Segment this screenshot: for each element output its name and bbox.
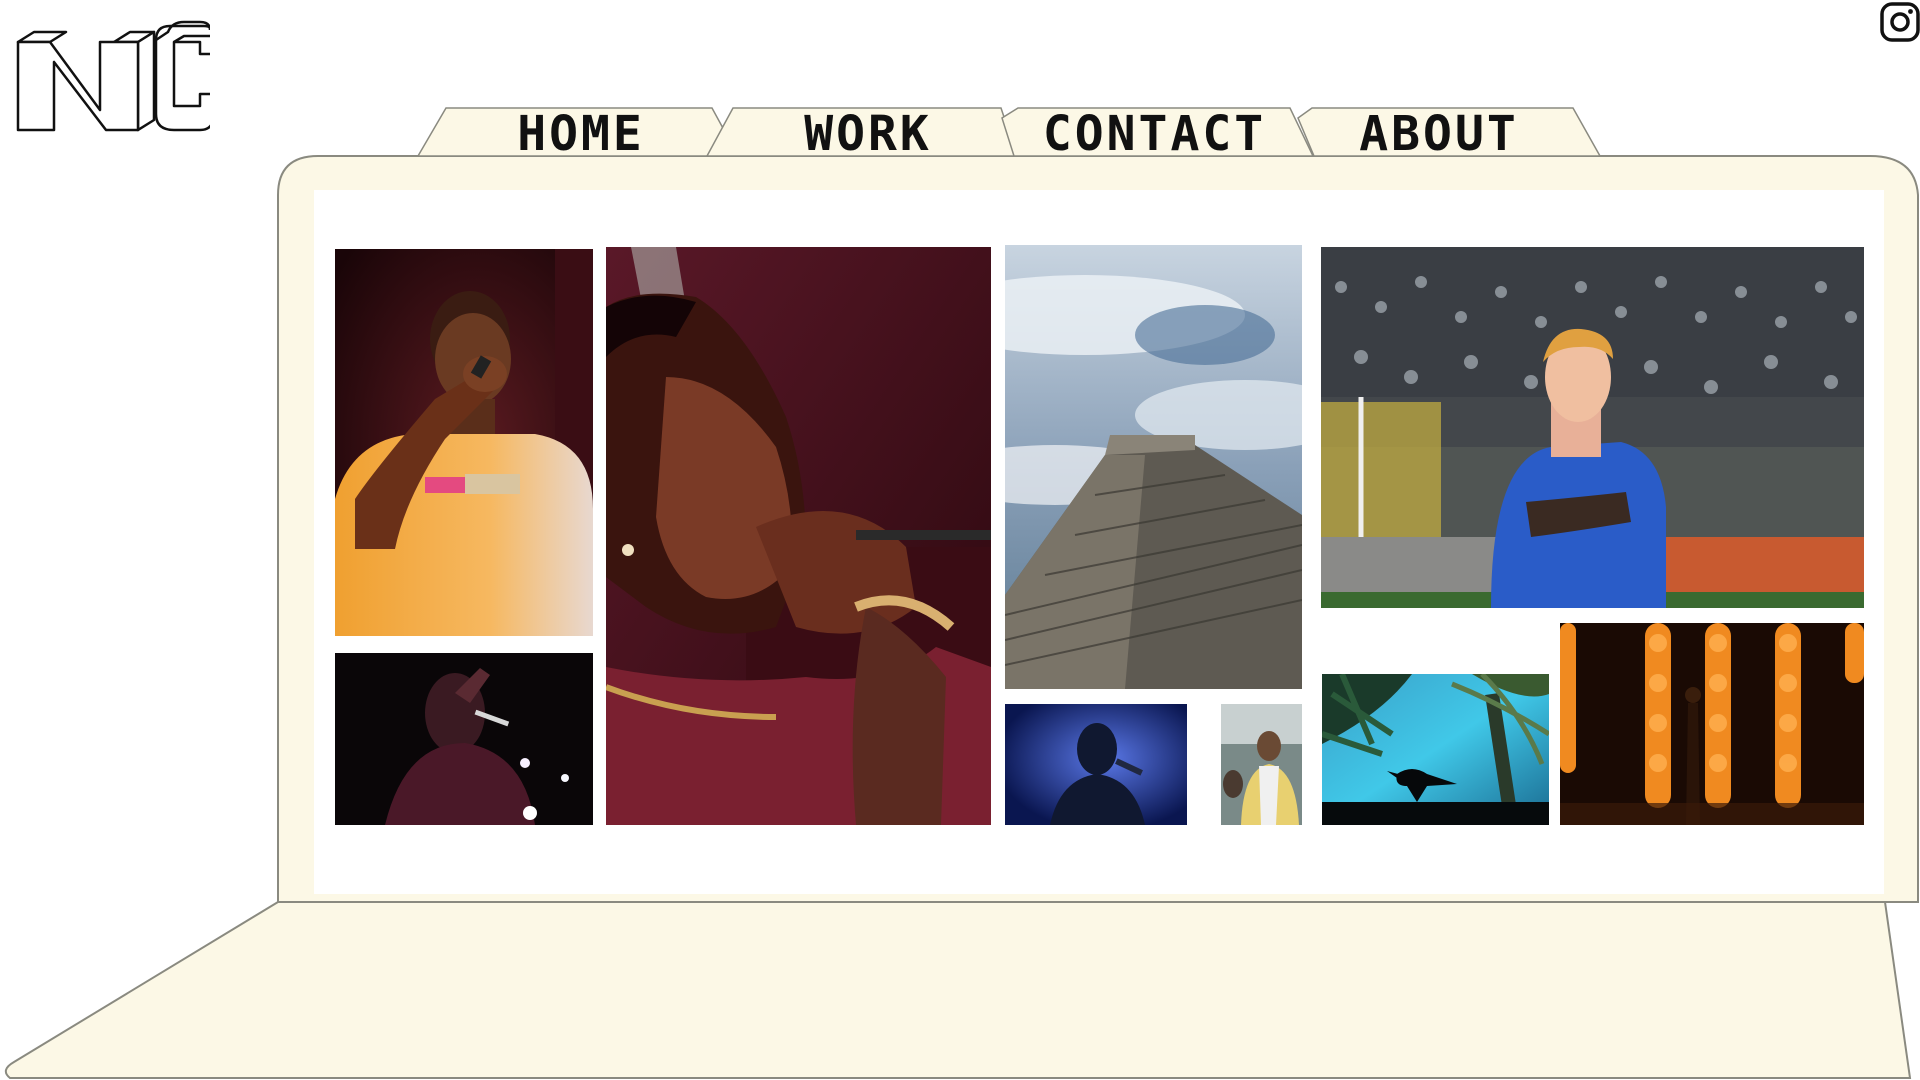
tab-about[interactable]: ABOUT — [1308, 110, 1570, 158]
photo-performer-dark[interactable] — [335, 653, 593, 825]
tab-home[interactable]: HOME — [446, 110, 716, 158]
page: HOME WORK CONTACT ABOUT — [0, 0, 1920, 1080]
instagram-icon[interactable] — [1880, 2, 1920, 42]
photo-man-yellow-shirt[interactable] — [1221, 704, 1302, 825]
tab-work[interactable]: WORK — [733, 110, 1003, 158]
photo-stage-light-columns[interactable] — [1560, 623, 1864, 825]
photo-soccer-player[interactable] — [1321, 247, 1864, 608]
photo-pyramid-clouds[interactable] — [1005, 245, 1302, 689]
photo-bird-silhouette[interactable] — [1322, 674, 1549, 825]
photo-rapper-orange-shirt[interactable] — [335, 249, 593, 636]
photo-rapper-profile-red[interactable] — [606, 247, 991, 825]
nc-logo-icon[interactable] — [14, 10, 210, 142]
laptop-base — [4, 901, 1912, 1079]
photo-singer-blue[interactable] — [1005, 704, 1187, 825]
tab-contact[interactable]: CONTACT — [1022, 110, 1287, 158]
